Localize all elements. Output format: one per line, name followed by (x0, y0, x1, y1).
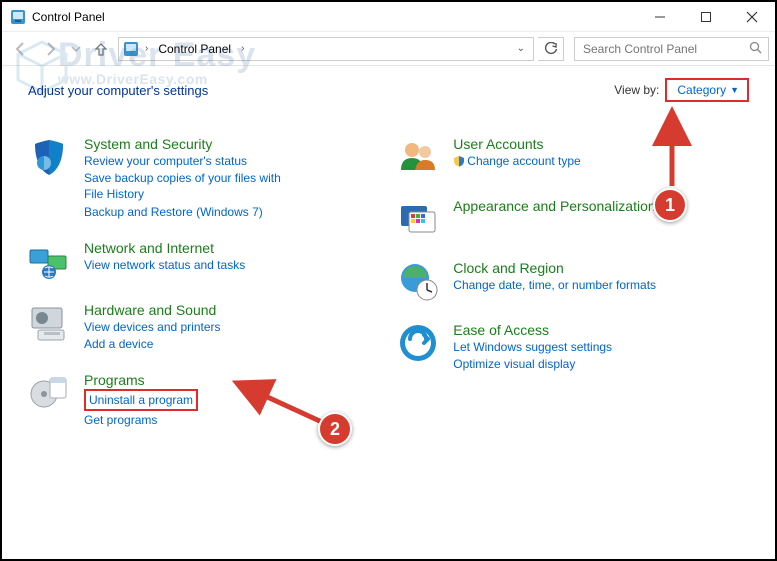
category-link[interactable]: System and Security (84, 136, 294, 152)
sublink-uninstall-program[interactable]: Uninstall a program (89, 393, 193, 407)
sublink-add-device[interactable]: Add a device (84, 336, 221, 352)
maximize-button[interactable] (683, 2, 729, 32)
address-bar[interactable]: › Control Panel › ⌄ (118, 37, 534, 61)
category-link[interactable]: Hardware and Sound (84, 302, 221, 318)
category-appearance: Appearance and Personalization (397, 198, 749, 240)
back-button[interactable] (8, 36, 34, 62)
network-icon (28, 240, 70, 282)
address-dropdown[interactable]: ⌄ (513, 43, 529, 54)
shield-icon (28, 136, 70, 178)
sublink-change-account-type[interactable]: Change account type (453, 153, 580, 171)
page-title: Adjust your computer's settings (28, 83, 208, 98)
viewby-dropdown[interactable]: Category ▼ (665, 78, 749, 102)
annotation-badge-2: 2 (318, 412, 352, 446)
forward-button[interactable] (38, 36, 64, 62)
search-icon (749, 41, 762, 57)
sublink-suggest-settings[interactable]: Let Windows suggest settings (453, 339, 612, 355)
search-box[interactable] (574, 37, 769, 61)
chevron-right-icon[interactable]: › (143, 43, 150, 54)
category-link[interactable]: Programs (84, 372, 198, 388)
window-title: Control Panel (32, 10, 105, 24)
category-network: Network and Internet View network status… (28, 240, 397, 282)
breadcrumb-segment[interactable]: Control Panel (154, 42, 235, 56)
caret-down-icon: ▼ (730, 85, 739, 95)
category-link[interactable]: Network and Internet (84, 240, 245, 256)
minimize-button[interactable] (637, 2, 683, 32)
viewby-label: View by: (614, 83, 659, 97)
category-link[interactable]: User Accounts (453, 136, 580, 152)
annotation-badge-1: 1 (653, 188, 687, 222)
category-user-accounts: User Accounts Change account type (397, 136, 749, 178)
users-icon (397, 136, 439, 178)
category-link[interactable]: Ease of Access (453, 322, 612, 338)
control-panel-icon (10, 9, 26, 25)
sublink-file-history[interactable]: Save backup copies of your files with Fi… (84, 170, 294, 202)
recent-dropdown[interactable] (68, 36, 84, 62)
search-input[interactable] (581, 41, 749, 57)
category-system-security: System and Security Review your computer… (28, 136, 397, 220)
up-button[interactable] (88, 36, 114, 62)
navbar: › Control Panel › ⌄ (2, 32, 775, 66)
category-hardware: Hardware and Sound View devices and prin… (28, 302, 397, 352)
sublink-network-status[interactable]: View network status and tasks (84, 257, 245, 273)
category-link[interactable]: Clock and Region (453, 260, 656, 276)
ease-of-access-icon (397, 322, 439, 364)
clock-icon (397, 260, 439, 302)
sublink-optimize-display[interactable]: Optimize visual display (453, 356, 612, 372)
sublink-review-status[interactable]: Review your computer's status (84, 153, 294, 169)
programs-icon (28, 372, 70, 414)
sublink-backup-restore[interactable]: Backup and Restore (Windows 7) (84, 204, 294, 220)
close-button[interactable] (729, 2, 775, 32)
highlight-uninstall: Uninstall a program (84, 389, 198, 411)
category-ease-of-access: Ease of Access Let Windows suggest setti… (397, 322, 749, 372)
hardware-icon (28, 302, 70, 344)
control-panel-icon (123, 41, 139, 57)
sublink-devices-printers[interactable]: View devices and printers (84, 319, 221, 335)
refresh-button[interactable] (538, 37, 564, 61)
chevron-right-icon[interactable]: › (239, 43, 246, 54)
appearance-icon (397, 198, 439, 240)
sublink-get-programs[interactable]: Get programs (84, 412, 198, 428)
titlebar: Control Panel (2, 2, 775, 32)
category-link[interactable]: Appearance and Personalization (453, 198, 655, 214)
category-clock-region: Clock and Region Change date, time, or n… (397, 260, 749, 302)
sublink-date-time-formats[interactable]: Change date, time, or number formats (453, 277, 656, 293)
uac-shield-icon (453, 155, 465, 171)
